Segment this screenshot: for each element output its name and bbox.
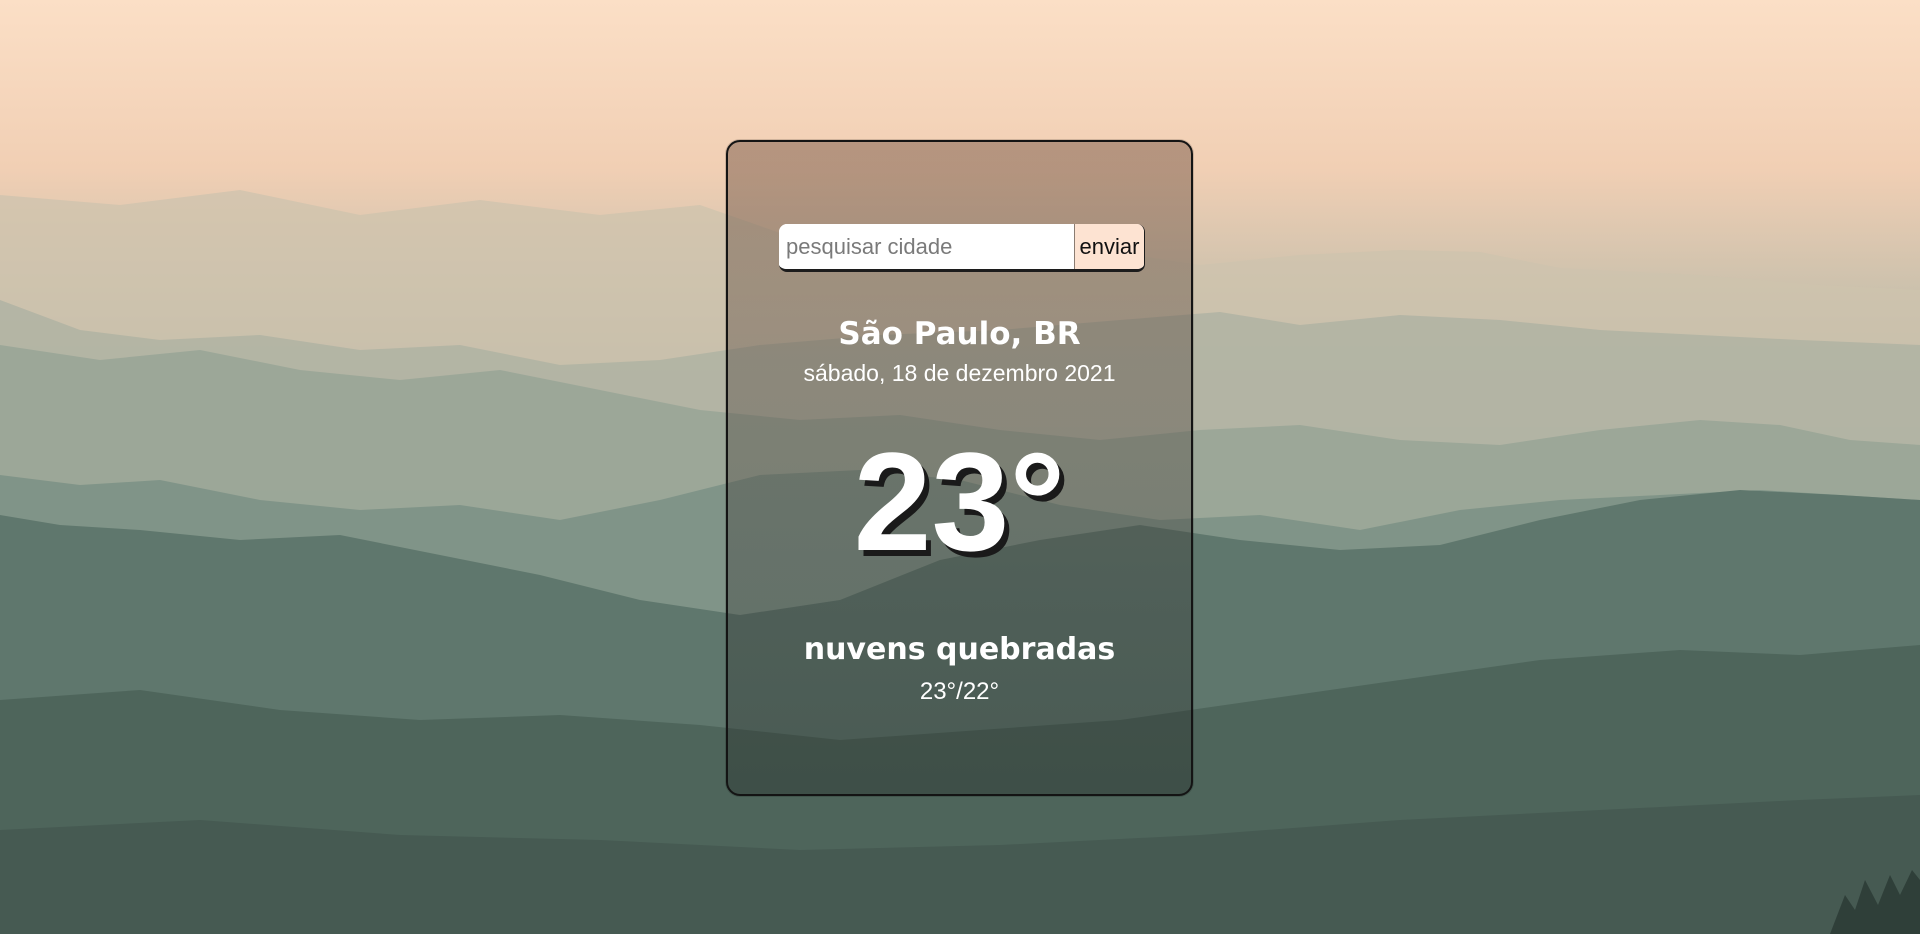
city-search-input[interactable]: [779, 224, 1075, 269]
city-name: São Paulo, BR: [838, 316, 1081, 352]
weather-card: enviar São Paulo, BR sábado, 18 de dezem…: [726, 140, 1193, 796]
date-text: sábado, 18 de dezembro 2021: [803, 360, 1116, 386]
temperature-range: 23°/22°: [919, 678, 1000, 705]
submit-button[interactable]: enviar: [1075, 224, 1144, 269]
search-bar: enviar: [779, 224, 1145, 272]
weather-condition: nuvens quebradas: [803, 632, 1116, 667]
temperature: 23°: [853, 423, 1066, 580]
